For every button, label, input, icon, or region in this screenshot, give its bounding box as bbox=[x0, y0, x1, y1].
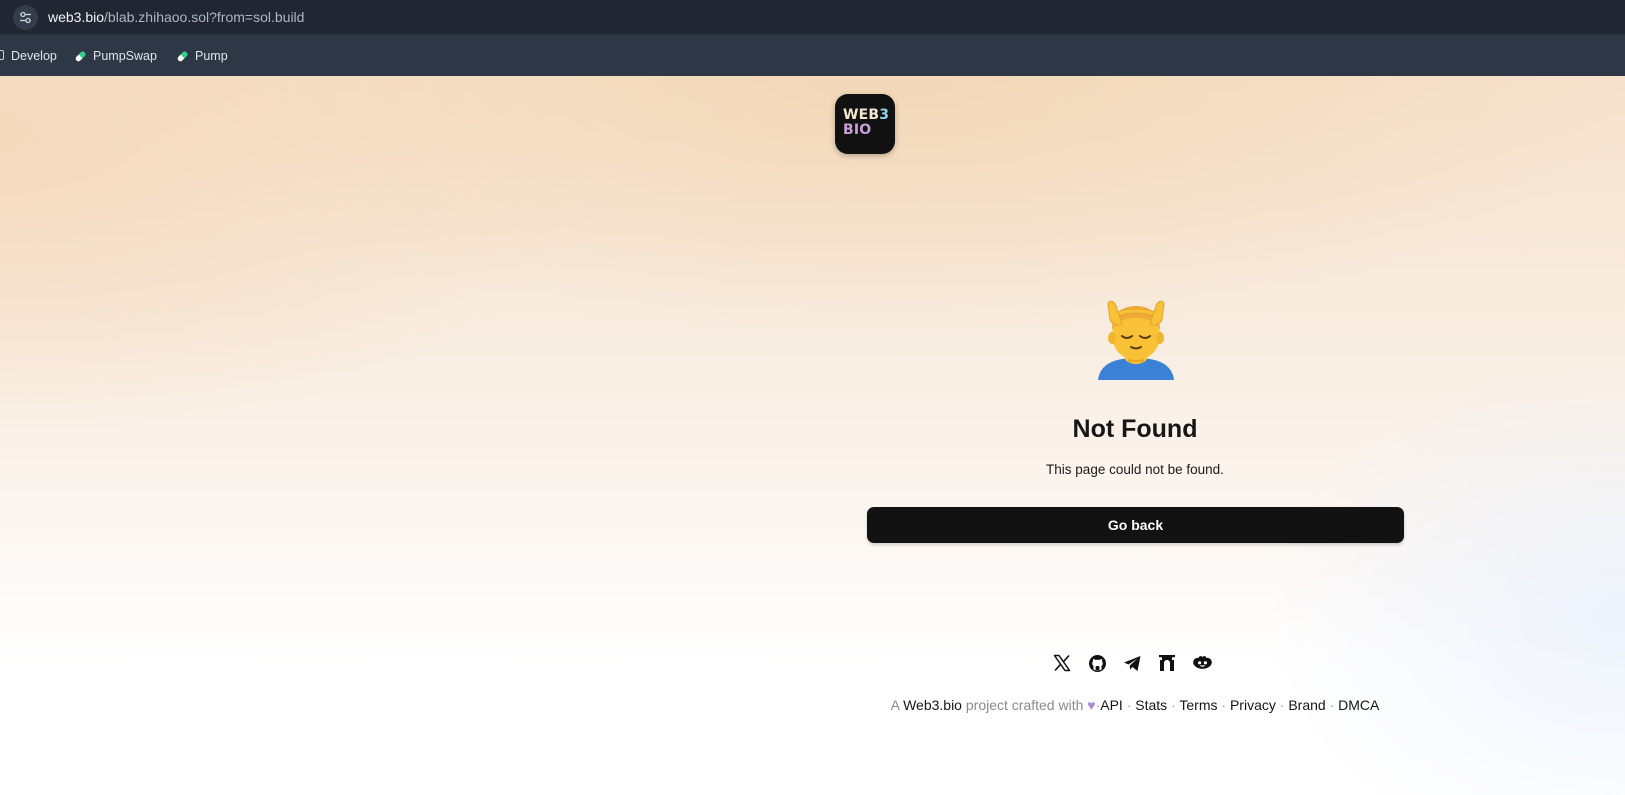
bookmark-pump[interactable]: Pump bbox=[176, 47, 228, 65]
telegram-link[interactable] bbox=[1121, 652, 1143, 674]
telegram-icon bbox=[1123, 655, 1140, 671]
github-link[interactable] bbox=[1086, 652, 1108, 674]
footer-link-dmca[interactable]: DMCA bbox=[1338, 697, 1379, 713]
url-path: /blab.zhihaoo.sol?from=sol.build bbox=[104, 9, 305, 25]
footer-crafted-text: project crafted with bbox=[965, 697, 1084, 713]
gateway-link[interactable] bbox=[1156, 652, 1178, 674]
logo-three-text: 3 bbox=[879, 107, 890, 123]
footer-link-privacy[interactable]: Privacy bbox=[1230, 697, 1276, 713]
web3bio-logo[interactable]: WEB3 BIO bbox=[835, 94, 895, 154]
bookmarks-bar: Develop PumpSwap Pump bbox=[0, 35, 1625, 76]
bookmark-label: PumpSwap bbox=[93, 49, 157, 63]
footer-link-stats[interactable]: Stats bbox=[1135, 697, 1167, 713]
lens-icon bbox=[1192, 656, 1212, 669]
bookmark-label: Pump bbox=[195, 49, 228, 63]
error-message: This page could not be found. bbox=[1046, 462, 1224, 477]
pill-icon bbox=[75, 51, 86, 61]
footer-separator: · bbox=[1279, 697, 1285, 713]
social-links bbox=[1051, 652, 1213, 674]
url-field[interactable]: web3.bio/blab.zhihaoo.sol?from=sol.build bbox=[48, 9, 304, 25]
footer-separator: · bbox=[1126, 697, 1132, 713]
footer-link-brand[interactable]: Brand bbox=[1288, 697, 1325, 713]
x-link[interactable] bbox=[1051, 652, 1073, 674]
footer-separator: · bbox=[1221, 697, 1227, 713]
page-title: Not Found bbox=[1072, 415, 1198, 443]
page-background bbox=[0, 76, 1625, 795]
heart-icon: ♥ bbox=[1087, 697, 1096, 713]
person-getting-massage-emoji bbox=[1098, 300, 1174, 380]
logo-line-2: BIO bbox=[843, 122, 872, 138]
bookmark-develop[interactable]: Develop bbox=[11, 47, 57, 65]
url-domain: web3.bio bbox=[48, 9, 105, 25]
go-back-button[interactable]: Go back bbox=[867, 507, 1404, 543]
footer-brand-link[interactable]: Web3.bio bbox=[903, 697, 962, 713]
site-settings-button[interactable] bbox=[13, 5, 38, 30]
browser-address-bar: web3.bio/blab.zhihaoo.sol?from=sol.build bbox=[0, 0, 1625, 35]
x-icon bbox=[1053, 654, 1071, 672]
folder-icon bbox=[0, 50, 4, 60]
footer-separator: · bbox=[1171, 697, 1176, 713]
tune-icon bbox=[20, 11, 31, 24]
footer-link-terms[interactable]: Terms bbox=[1179, 697, 1217, 713]
footer-link-api[interactable]: API bbox=[1100, 697, 1123, 713]
logo-line-1: WEB3 bbox=[843, 108, 889, 123]
logo-web-text: WEB bbox=[843, 107, 880, 123]
github-icon bbox=[1088, 654, 1106, 672]
bookmark-pumpswap[interactable]: PumpSwap bbox=[74, 47, 157, 65]
bookmark-label: Develop bbox=[11, 49, 57, 63]
footer: A Web3.bio project crafted with ♥·API · … bbox=[780, 697, 1490, 713]
footer-prefix: A bbox=[890, 697, 900, 713]
lens-link[interactable] bbox=[1191, 652, 1213, 674]
gateway-icon bbox=[1159, 655, 1175, 671]
footer-separator: · bbox=[1329, 697, 1335, 713]
pill-icon bbox=[177, 51, 188, 61]
